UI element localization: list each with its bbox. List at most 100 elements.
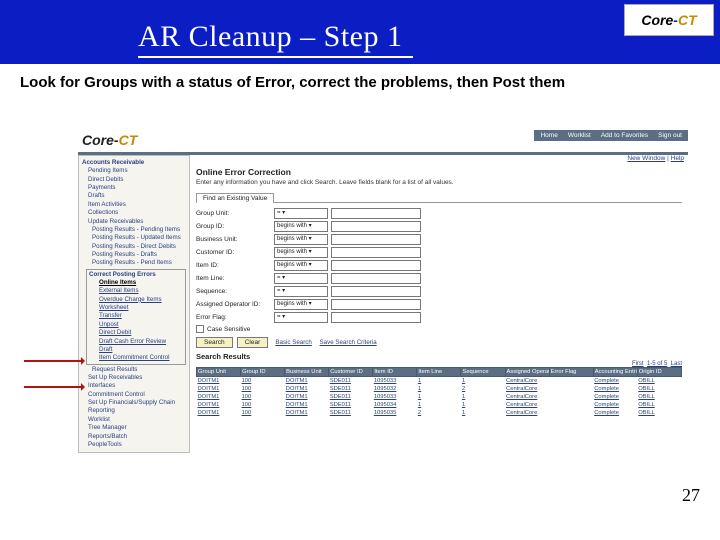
- col-header[interactable]: Customer ID: [329, 368, 373, 377]
- app-logo: Core-CT: [78, 130, 145, 152]
- sidebar-item[interactable]: Item Commitment Control: [89, 354, 183, 362]
- results-table: Group UnitGroup IDBusiness UnitCustomer …: [196, 367, 682, 417]
- search-input[interactable]: [331, 247, 421, 258]
- col-header[interactable]: Item ID: [373, 368, 417, 377]
- table-row[interactable]: DOITM1100DOITM1SDE011109503311CentralCor…: [197, 377, 682, 386]
- col-header[interactable]: Error Flag: [549, 368, 593, 377]
- field-label: Group Unit:: [196, 210, 274, 217]
- sidebar-head: Accounts Receivable: [82, 159, 186, 167]
- sidebar-item[interactable]: Collections: [82, 209, 186, 217]
- operator-select[interactable]: begins with ▾: [274, 247, 328, 258]
- sidebar-item[interactable]: Tree Manager: [82, 424, 186, 432]
- brand-logo: Core-CT: [624, 4, 714, 36]
- sidebar-item[interactable]: External Items: [89, 287, 183, 295]
- sidebar-item[interactable]: Draft: [89, 346, 183, 354]
- table-row[interactable]: DOITM1100DOITM1SDE011109503311CentralCor…: [197, 393, 682, 401]
- nav-first[interactable]: First: [632, 361, 644, 367]
- sidebar-item[interactable]: Transfer: [89, 312, 183, 320]
- operator-select[interactable]: = ▾: [274, 208, 328, 219]
- search-input[interactable]: [331, 273, 421, 284]
- field-label: Business Unit:: [196, 236, 274, 243]
- col-header[interactable]: Assigned Operator: [505, 368, 549, 377]
- sidebar-item[interactable]: Posting Results - Updated Items: [82, 234, 186, 242]
- top-nav: Home Worklist Add to Favorites Sign out: [534, 130, 688, 141]
- search-input[interactable]: [331, 312, 421, 323]
- sidebar-item[interactable]: Reports/Batch: [82, 433, 186, 441]
- field-label: Item Line:: [196, 275, 274, 282]
- field-label: Customer ID:: [196, 249, 274, 256]
- sidebar-item[interactable]: PeopleTools: [82, 441, 186, 449]
- sidebar-item[interactable]: Drafts: [82, 192, 186, 200]
- sidebar-item[interactable]: Set Up Receivables: [82, 374, 186, 382]
- field-label: Sequence:: [196, 288, 274, 295]
- operator-select[interactable]: begins with ▾: [274, 299, 328, 310]
- nav-signout[interactable]: Sign out: [658, 132, 682, 139]
- col-header[interactable]: Group ID: [241, 368, 285, 377]
- search-input[interactable]: [331, 299, 421, 310]
- sidebar-item[interactable]: Reporting: [82, 407, 186, 415]
- sidebar-item[interactable]: Unpost: [89, 321, 183, 329]
- sidebar-item[interactable]: Draft Cash Error Review: [89, 338, 183, 346]
- instruction-text: Look for Groups with a status of Error, …: [0, 64, 720, 95]
- col-header[interactable]: Accounting Entries: [593, 368, 637, 377]
- col-header[interactable]: Business Unit: [285, 368, 329, 377]
- sidebar-item[interactable]: Interfaces: [82, 382, 186, 390]
- sidebar-item-online-items[interactable]: Online Items: [89, 279, 183, 287]
- sidebar-item[interactable]: Worklist: [82, 416, 186, 424]
- sidebar-item[interactable]: Direct Debits: [82, 176, 186, 184]
- pointer-arrow-icon: [24, 360, 84, 362]
- save-criteria-link[interactable]: Save Search Criteria: [320, 339, 377, 346]
- operator-select[interactable]: begins with ▾: [274, 234, 328, 245]
- main-panel: New Window | Help Online Error Correctio…: [190, 155, 688, 419]
- sidebar-item[interactable]: Commitment Control: [82, 391, 186, 399]
- operator-select[interactable]: begins with ▾: [274, 221, 328, 232]
- new-window-link[interactable]: New Window: [627, 155, 665, 162]
- search-input[interactable]: [331, 208, 421, 219]
- table-row[interactable]: DOITM1100DOITM1SDE011109503411CentralCor…: [197, 401, 682, 409]
- sidebar-item[interactable]: Item Activities: [82, 201, 186, 209]
- col-header[interactable]: Origin ID: [637, 368, 681, 377]
- search-input[interactable]: [331, 234, 421, 245]
- search-input[interactable]: [331, 221, 421, 232]
- nav-last[interactable]: Last: [671, 361, 682, 367]
- slide-title: AR Cleanup – Step 1: [138, 20, 413, 58]
- operator-select[interactable]: = ▾: [274, 273, 328, 284]
- search-input[interactable]: [331, 260, 421, 271]
- sidebar-item[interactable]: Overdue Charge Items: [89, 296, 183, 304]
- case-sensitive-checkbox[interactable]: [196, 325, 204, 333]
- table-row[interactable]: DOITM1100DOITM1SDE011109503212CentralCor…: [197, 385, 682, 393]
- basic-search-link[interactable]: Basic Search: [275, 339, 311, 346]
- col-header[interactable]: Group Unit: [197, 368, 241, 377]
- sidebar-item[interactable]: Request Results: [82, 366, 186, 374]
- field-label: Assigned Operator ID:: [196, 301, 274, 308]
- nav-favorites[interactable]: Add to Favorites: [601, 132, 648, 139]
- page-number: 27: [682, 485, 700, 506]
- sidebar-item[interactable]: Posting Results - Pend Items: [82, 259, 186, 267]
- help-link[interactable]: Help: [671, 155, 684, 162]
- col-header[interactable]: Item Line: [417, 368, 461, 377]
- sidebar-item[interactable]: Payments: [82, 184, 186, 192]
- sidebar-item[interactable]: Pending Items: [82, 167, 186, 175]
- sidebar-item-worksheet[interactable]: Worksheet: [89, 304, 183, 312]
- table-row[interactable]: DOITM1100DOITM1SDE011109503521CentralCor…: [197, 409, 682, 417]
- search-button[interactable]: Search: [196, 337, 233, 348]
- sidebar-item[interactable]: Posting Results - Drafts: [82, 251, 186, 259]
- sidebar-item[interactable]: Update Receivables: [82, 218, 186, 226]
- field-label: Group ID:: [196, 223, 274, 230]
- sidebar-item[interactable]: Direct Debit: [89, 329, 183, 337]
- operator-select[interactable]: begins with ▾: [274, 260, 328, 271]
- tab-find-existing[interactable]: Find an Existing Value: [196, 193, 274, 203]
- operator-select[interactable]: = ▾: [274, 312, 328, 323]
- nav-home[interactable]: Home: [540, 132, 557, 139]
- sidebar-submenu: Correct Posting Errors Online Items Exte…: [86, 269, 186, 365]
- sidebar-item[interactable]: Set Up Financials/Supply Chain: [82, 399, 186, 407]
- sidebar: Accounts Receivable Pending Items Direct…: [78, 155, 190, 453]
- banner: Core-CT AR Cleanup – Step 1: [0, 0, 720, 64]
- operator-select[interactable]: = ▾: [274, 286, 328, 297]
- sidebar-item[interactable]: Posting Results - Direct Debits: [82, 243, 186, 251]
- col-header[interactable]: Sequence: [461, 368, 505, 377]
- nav-worklist[interactable]: Worklist: [568, 132, 591, 139]
- sidebar-item[interactable]: Posting Results - Pending Items: [82, 226, 186, 234]
- clear-button[interactable]: Clear: [237, 337, 269, 348]
- search-input[interactable]: [331, 286, 421, 297]
